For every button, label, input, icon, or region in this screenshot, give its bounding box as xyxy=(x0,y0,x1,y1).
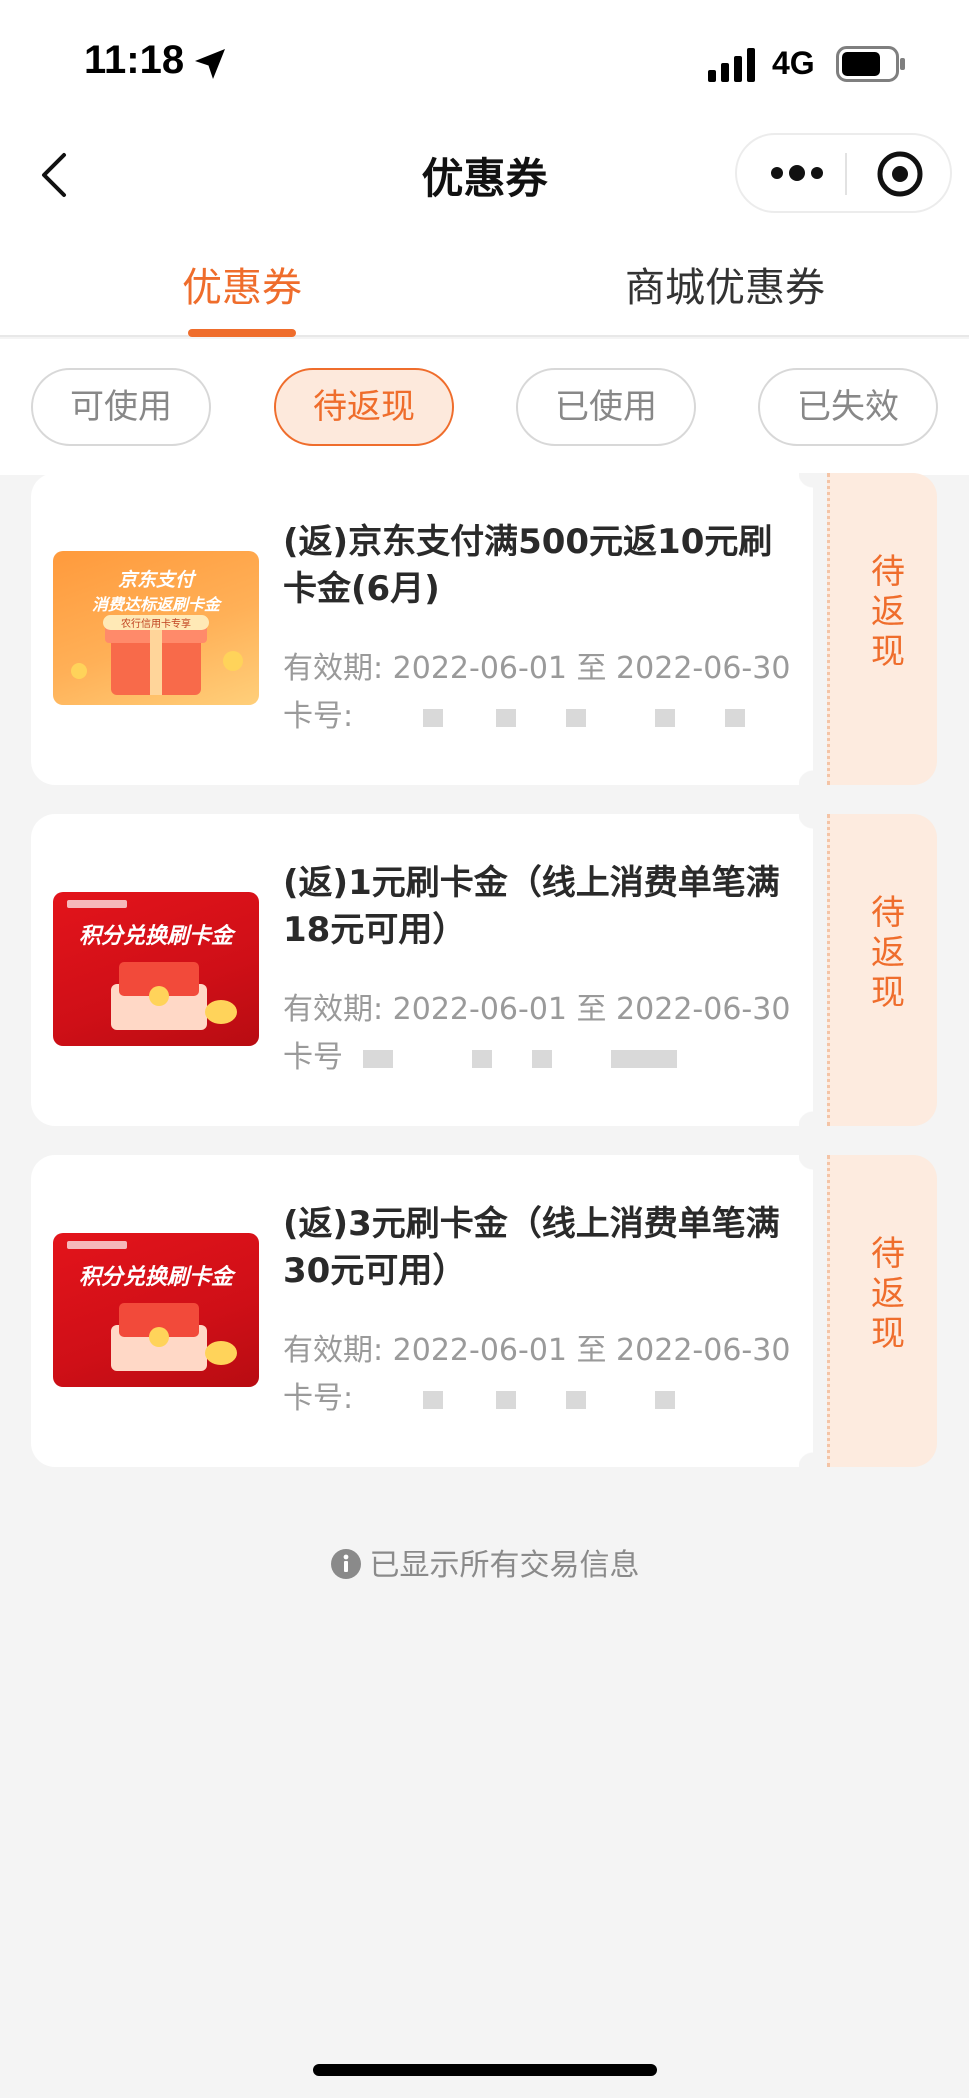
filter-available[interactable]: 可使用 xyxy=(31,368,211,446)
coupon-status-stub: 待返现 xyxy=(827,473,937,785)
coupon-status: 待返现 xyxy=(864,1235,905,1355)
filter-expired[interactable]: 已失效 xyxy=(758,368,938,446)
coupon-card-number: 卡号: xyxy=(283,1373,813,1417)
image-headline: 积分兑换刷卡金 xyxy=(78,924,233,949)
coupon-image: 积分兑换刷卡金 xyxy=(53,1233,259,1387)
redacted-block xyxy=(531,1049,552,1068)
coupon-status-stub: 待返现 xyxy=(827,814,937,1126)
mini-program-capsule xyxy=(735,133,952,213)
more-icon[interactable] xyxy=(767,155,827,191)
image-headline: 积分兑换刷卡金 xyxy=(78,1265,233,1290)
coupon-status: 待返现 xyxy=(864,894,905,1014)
coupon-title: (返)京东支付满500元返10元刷卡金(6月) xyxy=(283,522,773,609)
network-label: 4G xyxy=(772,45,815,81)
location-arrow-icon xyxy=(195,49,225,79)
coupon-card[interactable]: 积分兑换刷卡金 (返)1元刷卡金（线上消费单笔满18元可用） 有效期: 2022… xyxy=(31,814,937,1126)
redacted-block xyxy=(496,708,517,727)
coupon-title: (返)3元刷卡金（线上消费单笔满30元可用） xyxy=(283,1204,780,1291)
redacted-block xyxy=(655,1390,676,1409)
coupon-body: 积分兑换刷卡金 (返)3元刷卡金（线上消费单笔满30元可用） 有效期: 2022… xyxy=(31,1155,827,1467)
coupon-validity: 有效期: 2022-06-01 至 2022-06-30 xyxy=(283,651,791,686)
signal-icon xyxy=(708,48,755,82)
redacted-block xyxy=(422,1390,443,1409)
info-icon xyxy=(330,1549,361,1579)
image-tag: 农行信用卡专享 xyxy=(103,615,209,630)
coupon-title: (返)1元刷卡金（线上消费单笔满18元可用） xyxy=(283,863,780,950)
card-stack-image xyxy=(67,1241,237,1371)
card-stack-image xyxy=(67,900,237,1030)
image-subheadline: 消费达标返刷卡金 xyxy=(91,595,220,614)
coupon-card-number: 卡号: xyxy=(283,691,813,735)
coupon-image: 京东支付 消费达标返刷卡金 农行信用卡专享 xyxy=(53,551,259,705)
redacted-block xyxy=(611,1049,678,1068)
card-label: 卡号: xyxy=(283,1381,354,1416)
redacted-block xyxy=(565,708,586,727)
footer-text: 已显示所有交易信息 xyxy=(369,1548,640,1583)
coupon-image: 积分兑换刷卡金 xyxy=(53,892,259,1046)
coupon-status-stub: 待返现 xyxy=(827,1155,937,1467)
redacted-block xyxy=(565,1390,586,1409)
card-label: 卡号 xyxy=(283,1040,343,1075)
filter-row: 可使用 待返现 已使用 已失效 xyxy=(0,339,969,475)
filter-used[interactable]: 已使用 xyxy=(516,368,696,446)
redacted-block xyxy=(724,708,745,727)
status-bar: 11:18 4G xyxy=(0,0,969,125)
redacted-block xyxy=(472,1049,493,1068)
coupon-status: 待返现 xyxy=(864,553,905,673)
home-indicator[interactable] xyxy=(313,2064,657,2076)
image-headline: 京东支付 xyxy=(117,569,194,591)
redacted-block xyxy=(496,1390,517,1409)
tab-indicator xyxy=(188,329,296,337)
redacted-block xyxy=(655,708,676,727)
battery-icon xyxy=(836,46,905,82)
tab-mall-coupons[interactable]: 商城优惠券 xyxy=(625,255,825,313)
end-of-list-note: 已显示所有交易信息 xyxy=(0,1540,969,1584)
redacted-block xyxy=(422,708,443,727)
coupon-body: 积分兑换刷卡金 (返)1元刷卡金（线上消费单笔满18元可用） 有效期: 2022… xyxy=(31,814,827,1126)
coupon-card[interactable]: 京东支付 消费达标返刷卡金 农行信用卡专享 (返)京东支付满500元返10元刷卡… xyxy=(31,473,937,785)
tab-coupons[interactable]: 优惠券 xyxy=(182,255,302,313)
status-time: 11:18 xyxy=(84,38,185,82)
coupon-card[interactable]: 积分兑换刷卡金 (返)3元刷卡金（线上消费单笔满30元可用） 有效期: 2022… xyxy=(31,1155,937,1467)
close-target-icon[interactable] xyxy=(875,149,925,199)
coupon-validity: 有效期: 2022-06-01 至 2022-06-30 xyxy=(283,992,791,1027)
capsule-divider xyxy=(845,153,847,195)
coupon-validity: 有效期: 2022-06-01 至 2022-06-30 xyxy=(283,1333,791,1368)
coupon-body: 京东支付 消费达标返刷卡金 农行信用卡专享 (返)京东支付满500元返10元刷卡… xyxy=(31,473,827,785)
redacted-block xyxy=(362,1049,393,1068)
filter-pending-cashback[interactable]: 待返现 xyxy=(274,368,454,446)
main-tabs: 优惠券 商城优惠券 xyxy=(0,225,969,337)
coupon-card-number: 卡号 xyxy=(283,1032,813,1076)
card-label: 卡号: xyxy=(283,699,354,734)
nav-bar: 优惠券 xyxy=(0,125,969,225)
